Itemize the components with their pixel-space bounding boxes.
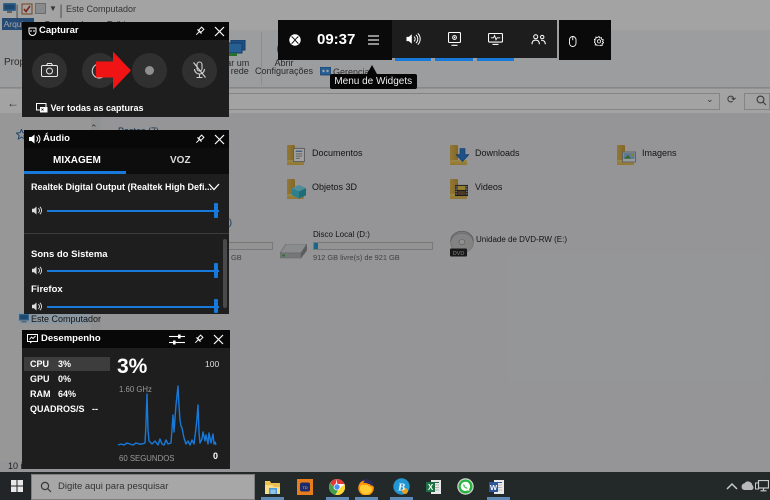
- svg-text:TD: TD: [302, 485, 307, 490]
- svg-text:B: B: [397, 482, 405, 494]
- svg-text:W: W: [490, 483, 498, 492]
- svg-text:X: X: [428, 483, 434, 492]
